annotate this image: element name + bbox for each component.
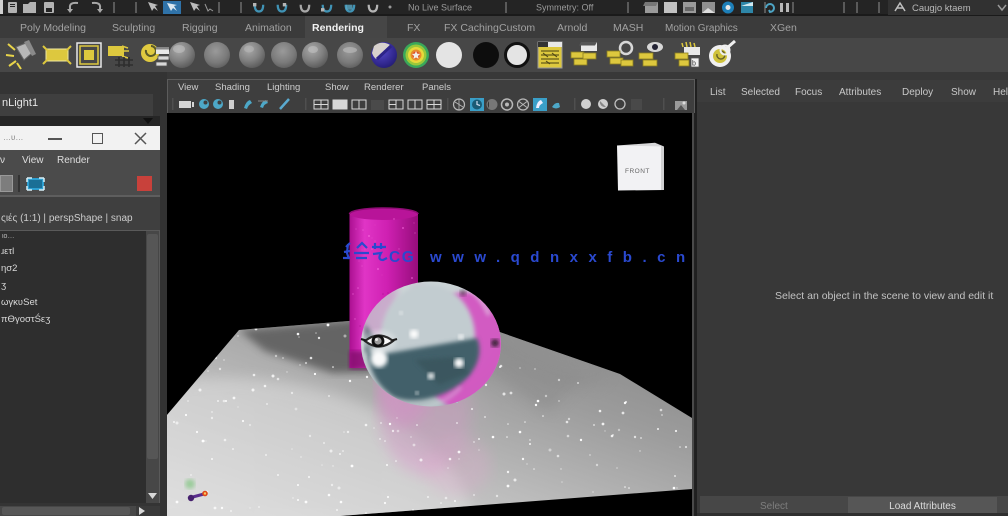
svg-text:Caugjo ktaem: Caugjo ktaem — [912, 3, 971, 14]
svg-text:FRONT: FRONT — [625, 168, 650, 175]
svg-text:CG: CG — [389, 249, 415, 266]
svg-text:Symmetry: Off: Symmetry: Off — [536, 3, 594, 13]
svg-text:No Live Surface: No Live Surface — [408, 3, 472, 13]
svg-text:b: b — [692, 61, 696, 68]
svg-text:www.qdnxxfb.cn: www.qdnxxfb.cn — [429, 249, 695, 266]
